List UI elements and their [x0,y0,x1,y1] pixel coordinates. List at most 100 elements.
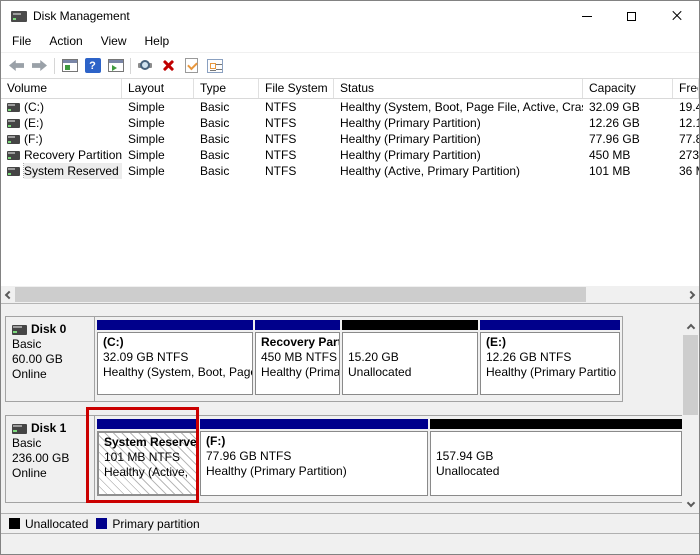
free-cell: 36 M [673,163,699,179]
column-header-type[interactable]: Type [194,79,259,98]
rescan-disks-button[interactable] [134,55,157,77]
partition-system-reserved[interactable]: System Reserved 101 MB NTFS Healthy (Act… [97,419,198,496]
free-cell: 19.4 [673,99,699,115]
free-cell: 273 [673,147,699,163]
close-button[interactable] [654,1,699,31]
menu-view[interactable]: View [92,31,136,52]
type-cell: Basic [194,147,259,163]
disk-kind: Basic [12,337,94,352]
column-header-capacity[interactable]: Capacity [583,79,673,98]
legend-primary-label: Primary partition [112,517,199,531]
status-cell: Healthy (System, Boot, Page File, Active… [334,99,583,115]
horizontal-scrollbar[interactable] [1,286,699,303]
partition-c[interactable]: (C:) 32.09 GB NTFS Healthy (System, Boot… [97,320,253,395]
disk-0-info[interactable]: Disk 0 Basic 60.00 GB Online [6,317,95,401]
partition-f[interactable]: (F:) 77.96 GB NTFS Healthy (Primary Part… [200,419,428,496]
partition-size: 12.26 GB NTFS [486,350,614,365]
check-doc-button[interactable] [180,55,203,77]
primary-partition-band [97,320,253,330]
horizontal-scroll-thumb[interactable] [15,287,586,302]
vertical-scroll-track[interactable] [682,334,699,497]
disk-1-row: Disk 1 Basic 236.00 GB Online System Res… [5,415,685,503]
partition-status: Healthy (System, Boot, Page [103,365,247,380]
partition-title: System Reserved [104,435,191,450]
check-doc-icon [185,58,198,73]
back-button[interactable] [5,55,28,77]
vertical-scroll-thumb[interactable] [683,335,698,415]
legend-primary-partition: Primary partition [96,517,199,531]
scroll-down-button[interactable] [682,497,699,512]
disk-icon [12,325,27,335]
properties-button[interactable] [203,55,226,77]
column-header-volume[interactable]: Volume [1,79,122,98]
menu-action[interactable]: Action [40,31,91,52]
partition-title [436,434,676,449]
legend-unallocated: Unallocated [9,517,88,531]
chevron-up-icon [686,324,694,332]
capacity-cell: 12.26 GB [583,115,673,131]
partition-unallocated-disk0[interactable]: 15.20 GB Unallocated [342,320,478,395]
volume-icon [7,151,20,160]
forward-button[interactable] [28,55,51,77]
menu-help[interactable]: Help [136,31,179,52]
chevron-left-icon [5,290,13,298]
help-icon: ? [85,58,101,73]
disk-0-row: Disk 0 Basic 60.00 GB Online (C:) 32.09 … [5,316,623,402]
scroll-up-button[interactable] [682,319,699,334]
show-console-tree-button[interactable] [58,55,81,77]
disk-1-info[interactable]: Disk 1 Basic 236.00 GB Online [6,416,95,502]
partition-size: 32.09 GB NTFS [103,350,247,365]
volume-row-f[interactable]: (F:) Simple Basic NTFS Healthy (Primary … [1,131,699,147]
partition-size: 450 MB NTFS [261,350,334,365]
capacity-cell: 32.09 GB [583,99,673,115]
maximize-button[interactable] [609,1,654,31]
partition-status: Healthy (Primary Partition) [206,464,422,479]
layout-cell: Simple [122,163,194,179]
volume-row-system-reserved[interactable]: System Reserved P... Simple Basic NTFS H… [1,163,699,179]
menu-file[interactable]: File [3,31,40,52]
show-action-pane-button[interactable] [104,55,127,77]
legend-unallocated-label: Unallocated [25,517,88,531]
file-system-cell: NTFS [259,147,334,163]
table-header: Volume Layout Type File System Status Ca… [1,79,699,99]
unallocated-swatch [9,518,20,529]
delete-button[interactable] [157,55,180,77]
capacity-cell: 101 MB [583,163,673,179]
capacity-cell: 450 MB [583,147,673,163]
column-header-layout[interactable]: Layout [122,79,194,98]
disk-0-partitions: (C:) 32.09 GB NTFS Healthy (System, Boot… [95,317,622,401]
scroll-right-button[interactable] [685,286,699,303]
help-button[interactable]: ? [81,55,104,77]
graphical-view: Disk 0 Basic 60.00 GB Online (C:) 32.09 … [1,303,699,513]
disk-state: Online [12,367,94,382]
footer-strip [1,533,699,554]
volume-label: Recovery Partition [24,147,122,163]
unallocated-band [342,320,478,330]
minimize-button[interactable] [564,1,609,31]
layout-cell: Simple [122,147,194,163]
volume-icon [7,167,20,176]
volume-row-recovery[interactable]: Recovery Partition Simple Basic NTFS Hea… [1,147,699,163]
partition-status: Healthy (Prima [261,365,334,380]
volume-row-e[interactable]: (E:) Simple Basic NTFS Healthy (Primary … [1,115,699,131]
volume-row-c[interactable]: (C:) Simple Basic NTFS Healthy (System, … [1,99,699,115]
partition-unallocated-disk1[interactable]: 157.94 GB Unallocated [430,419,682,496]
menu-bar: File Action View Help [1,31,699,52]
forward-icon [32,60,47,71]
chevron-down-icon [686,499,694,507]
volume-icon [7,135,20,144]
column-header-free[interactable]: Free [673,79,699,98]
file-system-cell: NTFS [259,99,334,115]
column-header-file-system[interactable]: File System [259,79,334,98]
partition-size: 77.96 GB NTFS [206,449,422,464]
status-cell: Healthy (Primary Partition) [334,131,583,147]
vertical-scrollbar[interactable] [682,319,699,512]
column-header-status[interactable]: Status [334,79,583,98]
scroll-left-button[interactable] [1,286,15,303]
partition-e[interactable]: (E:) 12.26 GB NTFS Healthy (Primary Part… [480,320,620,395]
properties-icon [207,59,223,73]
partition-recovery[interactable]: Recovery Part 450 MB NTFS Healthy (Prima [255,320,340,395]
primary-partition-band [97,419,198,429]
partition-title [348,335,472,350]
maximize-icon [627,12,636,21]
